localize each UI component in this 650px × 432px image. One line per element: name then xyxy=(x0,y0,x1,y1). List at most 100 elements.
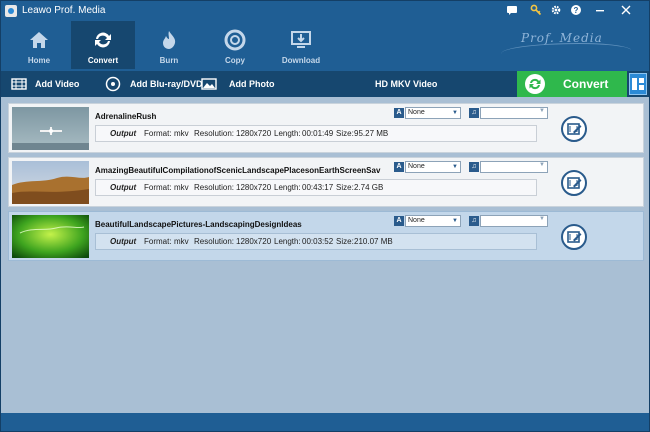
format-value: mkv xyxy=(174,183,189,192)
size-value: 95.27 MB xyxy=(354,129,389,138)
chevron-down-icon: ▼ xyxy=(452,164,458,170)
help-icon[interactable]: ? xyxy=(569,4,583,18)
subtitle-icon: A xyxy=(394,108,404,118)
output-info: Output Format: mkv Resolution: 1280x720 … xyxy=(95,233,537,250)
file-row[interactable]: BeautifulLandscapePictures-LandscapingDe… xyxy=(8,211,644,261)
brand-logo-text: Prof. Media xyxy=(521,31,603,45)
chevron-down-icon: ▼ xyxy=(539,162,545,168)
app-window: Leawo Prof. Media ? Home Convert Burn Co… xyxy=(0,0,650,432)
video-thumbnail xyxy=(12,161,89,204)
resolution-key: Resolution: xyxy=(194,183,235,192)
subtitle-select[interactable]: None ▼ xyxy=(405,215,461,227)
convert-icon xyxy=(91,28,115,52)
audio-select[interactable]: ▼ xyxy=(480,107,548,119)
close-icon[interactable] xyxy=(619,4,633,18)
add-bluray-button[interactable]: Add Blu-ray/DVD xyxy=(105,71,203,97)
nav-convert[interactable]: Convert xyxy=(71,21,135,69)
app-logo-icon xyxy=(5,5,17,17)
output-info: Output Format: mkv Resolution: 1280x720 … xyxy=(95,179,537,196)
format-value: mkv xyxy=(174,129,189,138)
add-bluray-label: Add Blu-ray/DVD xyxy=(130,79,203,89)
window-title: Leawo Prof. Media xyxy=(22,5,106,16)
chevron-down-icon: ▼ xyxy=(539,108,545,114)
disc-icon xyxy=(105,76,121,92)
toolbar: Add Video Add Blu-ray/DVD Add Photo HD M… xyxy=(1,71,649,97)
nav-copy[interactable]: Copy xyxy=(203,21,267,69)
output-info: Output Format: mkv Resolution: 1280x720 … xyxy=(95,125,537,142)
main-nav: Home Convert Burn Copy Download Prof. Me… xyxy=(1,21,649,71)
chevron-down-icon: ▼ xyxy=(539,216,545,222)
resolution-key: Resolution: xyxy=(194,129,235,138)
output-label: Output xyxy=(110,183,137,192)
gear-icon[interactable] xyxy=(549,4,563,18)
audio-select[interactable]: ▼ xyxy=(480,215,548,227)
key-icon[interactable] xyxy=(529,4,543,18)
video-thumbnail xyxy=(12,107,89,150)
output-format-label[interactable]: HD MKV Video xyxy=(375,71,437,97)
convert-button[interactable]: Convert xyxy=(517,71,627,97)
subtitle-select[interactable]: None ▼ xyxy=(405,107,461,119)
resolution-key: Resolution: xyxy=(194,237,235,246)
svg-text:?: ? xyxy=(574,6,579,15)
add-video-icon xyxy=(11,76,27,92)
audio-icon: ♫ xyxy=(469,108,479,118)
length-value: 00:43:17 xyxy=(302,183,334,192)
audio-icon: ♫ xyxy=(469,162,479,172)
length-value: 00:03:52 xyxy=(302,237,334,246)
subtitle-select[interactable]: None ▼ xyxy=(405,161,461,173)
download-icon xyxy=(289,28,313,52)
subtitle-icon: A xyxy=(394,216,404,226)
minimize-icon[interactable] xyxy=(593,4,607,18)
subtitle-icon: A xyxy=(394,162,404,172)
copy-icon xyxy=(223,28,247,52)
audio-icon: ♫ xyxy=(469,216,479,226)
resolution-value: 1280x720 xyxy=(236,183,272,192)
add-photo-icon xyxy=(201,76,217,92)
nav-label: Download xyxy=(281,56,321,65)
format-key: Format: xyxy=(144,237,172,246)
format-key: Format: xyxy=(144,129,172,138)
file-list: AdrenalineRush Output Format: mkv Resolu… xyxy=(1,97,649,413)
file-row[interactable]: AmazingBeautifulCompilationofScenicLands… xyxy=(8,157,644,207)
length-key: Length: xyxy=(274,129,301,138)
add-video-label: Add Video xyxy=(35,79,80,89)
nav-burn[interactable]: Burn xyxy=(137,21,201,69)
add-video-button[interactable]: Add Video xyxy=(9,71,79,97)
add-photo-label: Add Photo xyxy=(229,79,275,89)
output-label: Output xyxy=(110,129,137,138)
edit-button[interactable] xyxy=(561,224,587,250)
convert-label: Convert xyxy=(563,77,609,91)
size-value: 210.07 MB xyxy=(354,237,393,246)
file-row[interactable]: AdrenalineRush Output Format: mkv Resolu… xyxy=(8,103,644,153)
format-value: mkv xyxy=(174,237,189,246)
size-key: Size: xyxy=(336,237,354,246)
edit-button[interactable] xyxy=(561,170,587,196)
chevron-down-icon: ▼ xyxy=(452,218,458,224)
title-bar: Leawo Prof. Media ? xyxy=(1,1,649,21)
burn-icon xyxy=(157,28,181,52)
nav-label: Burn xyxy=(159,56,179,65)
resolution-value: 1280x720 xyxy=(236,237,272,246)
chat-icon[interactable] xyxy=(505,4,519,18)
size-key: Size: xyxy=(336,183,354,192)
subtitle-value: None xyxy=(408,109,425,116)
edit-button[interactable] xyxy=(561,116,587,142)
file-name: AdrenalineRush xyxy=(95,112,157,121)
audio-select[interactable]: ▼ xyxy=(480,161,548,173)
output-label: Output xyxy=(110,237,137,246)
status-bar xyxy=(1,413,649,431)
subtitle-value: None xyxy=(408,163,425,170)
resolution-value: 1280x720 xyxy=(236,129,272,138)
add-photo-button[interactable]: Add Photo xyxy=(201,71,275,97)
size-value: 2.74 GB xyxy=(354,183,384,192)
layout-toggle-button[interactable] xyxy=(629,73,647,95)
nav-home[interactable]: Home xyxy=(7,21,71,69)
nav-download[interactable]: Download xyxy=(269,21,333,69)
file-name: AmazingBeautifulCompilationofScenicLands… xyxy=(95,166,381,175)
length-key: Length: xyxy=(274,183,301,192)
format-key: Format: xyxy=(144,183,172,192)
nav-label: Copy xyxy=(225,56,245,65)
nav-label: Convert xyxy=(87,56,119,65)
convert-refresh-icon xyxy=(525,74,545,94)
home-icon xyxy=(27,28,51,52)
